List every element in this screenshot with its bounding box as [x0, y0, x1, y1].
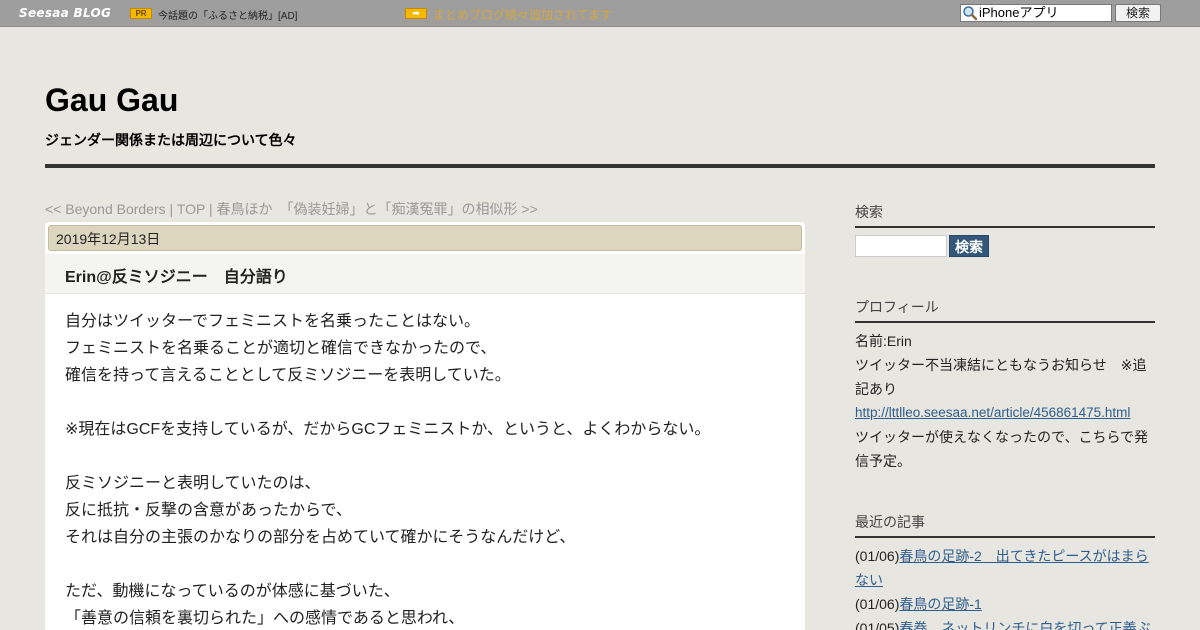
recent-article-link[interactable]: 春鳥の足跡-1	[899, 596, 981, 612]
article-body: 自分はツイッターでフェミニストを名乗ったことはない。 フェミニストを名乗ることが…	[65, 308, 785, 630]
list-item: ない	[855, 568, 1155, 592]
profile-notice: 信予定。	[855, 453, 911, 469]
recent-date: (01/05)	[855, 620, 900, 630]
article-line	[65, 551, 785, 578]
top-search-input[interactable]: iPhoneアプリ	[960, 4, 1112, 22]
article-line: ただ、動機になっているのが体感に基づいた、	[65, 583, 400, 600]
article-line: 反ミソジニーと表明していたのは、	[65, 475, 321, 492]
recent-article-link[interactable]: ない	[855, 572, 883, 588]
recent-article-link[interactable]: 春巻 ネットリンチに白を切って正義ぶ	[899, 620, 1150, 630]
recent-articles-list: (01/06)春鳥の足跡-2 出てきたピースがはまら ない (01/06)春鳥の…	[855, 544, 1155, 630]
article-line: 「善意の信頼を裏切られた」への感情であると思われ、	[65, 610, 465, 627]
article-line	[65, 389, 785, 416]
sidebar-search-heading: 検索	[855, 202, 1155, 228]
list-item: (01/05)春巻 ネットリンチに白を切って正義ぶ	[855, 616, 1155, 630]
recent-article-link[interactable]: 春鳥の足跡-2 出てきたピースがはまら	[899, 548, 1148, 564]
article-date: 2019年12月13日	[48, 225, 802, 251]
top-search-button[interactable]: 検索	[1115, 4, 1161, 22]
recent-date: (01/06)	[855, 548, 900, 564]
profile-notice: 記あり	[855, 381, 897, 397]
sidebar-profile-heading: プロフィール	[855, 297, 1155, 323]
article-line: 自分はツイッターでフェミニストを名乗ったことはない。	[65, 313, 481, 330]
magnifier-icon	[963, 6, 978, 21]
blog-title[interactable]: Gau Gau	[45, 82, 178, 119]
profile-content: 名前:Erin ツイッター不当凍結にともなうお知らせ ※追 記あり http:/…	[855, 329, 1155, 473]
recent-date: (01/06)	[855, 596, 900, 612]
top-link[interactable]: TOP	[177, 201, 205, 217]
profile-notice: ツイッターが使えなくなったので、こちらで発	[855, 429, 1149, 445]
profile-link[interactable]: http://lttlleo.seesaa.net/article/456861…	[855, 405, 1130, 420]
pr-badge: PR	[130, 8, 152, 19]
seesaa-blog-logo[interactable]: Seesaa BLOG	[19, 6, 111, 20]
article-line: フェミニストを名乗ることが適切と確信できなかったので、	[65, 340, 497, 357]
article-title[interactable]: Erin@反ミソジニー 自分語り	[65, 263, 288, 287]
article-line: それは自分の主張のかなりの部分を占めていて確かにそうなんだけど、	[65, 529, 576, 546]
sidebar-search-input[interactable]	[855, 235, 947, 257]
blog-description: ジェンダー関係または周辺について色々	[45, 132, 297, 148]
top-bar: Seesaa BLOG PR 今話題の「ふるさと納税」[AD] ➡ まとめブログ…	[0, 0, 1200, 27]
profile-name: 名前:Erin	[855, 333, 912, 349]
next-article-link[interactable]: 春鳥ほか 「偽装妊婦」と「痴漢冤罪」の相似形 >>	[217, 201, 538, 217]
article-navigation: << Beyond Borders | TOP | 春鳥ほか 「偽装妊婦」と「痴…	[45, 199, 538, 219]
arrow-right-icon: ➡	[405, 8, 427, 19]
profile-notice: ツイッター不当凍結にともなうお知らせ ※追	[855, 357, 1147, 373]
article-title-bar: Erin@反ミソジニー 自分語り	[45, 254, 805, 294]
list-item: (01/06)春鳥の足跡-1	[855, 592, 1155, 616]
list-item: (01/06)春鳥の足跡-2 出てきたピースがはまら	[855, 544, 1155, 568]
prev-article-link[interactable]: << Beyond Borders	[45, 201, 166, 217]
article-line: 反に抵抗・反撃の含意があったからで、	[65, 502, 352, 519]
sidebar-search-button[interactable]: 検索	[949, 235, 989, 257]
pr-ad-link[interactable]: 今話題の「ふるさと納税」[AD]	[158, 7, 297, 22]
sidebar-recent-heading: 最近の記事	[855, 512, 1155, 538]
article: 2019年12月13日 Erin@反ミソジニー 自分語り 自分はツイッターでフェ…	[45, 222, 805, 630]
article-line	[65, 443, 785, 470]
matome-blog-link[interactable]: まとめブログ続々追加されてます	[433, 6, 612, 23]
article-line: 確信を持って言えることとして反ミソジニーを表明していた。	[65, 367, 511, 384]
nav-separator: |	[205, 201, 217, 217]
header-divider	[45, 164, 1155, 168]
article-line: ※現在はGCFを支持しているが、だからGCフェミニストか、というと、よくわからな…	[65, 421, 711, 438]
nav-separator: |	[165, 201, 177, 217]
